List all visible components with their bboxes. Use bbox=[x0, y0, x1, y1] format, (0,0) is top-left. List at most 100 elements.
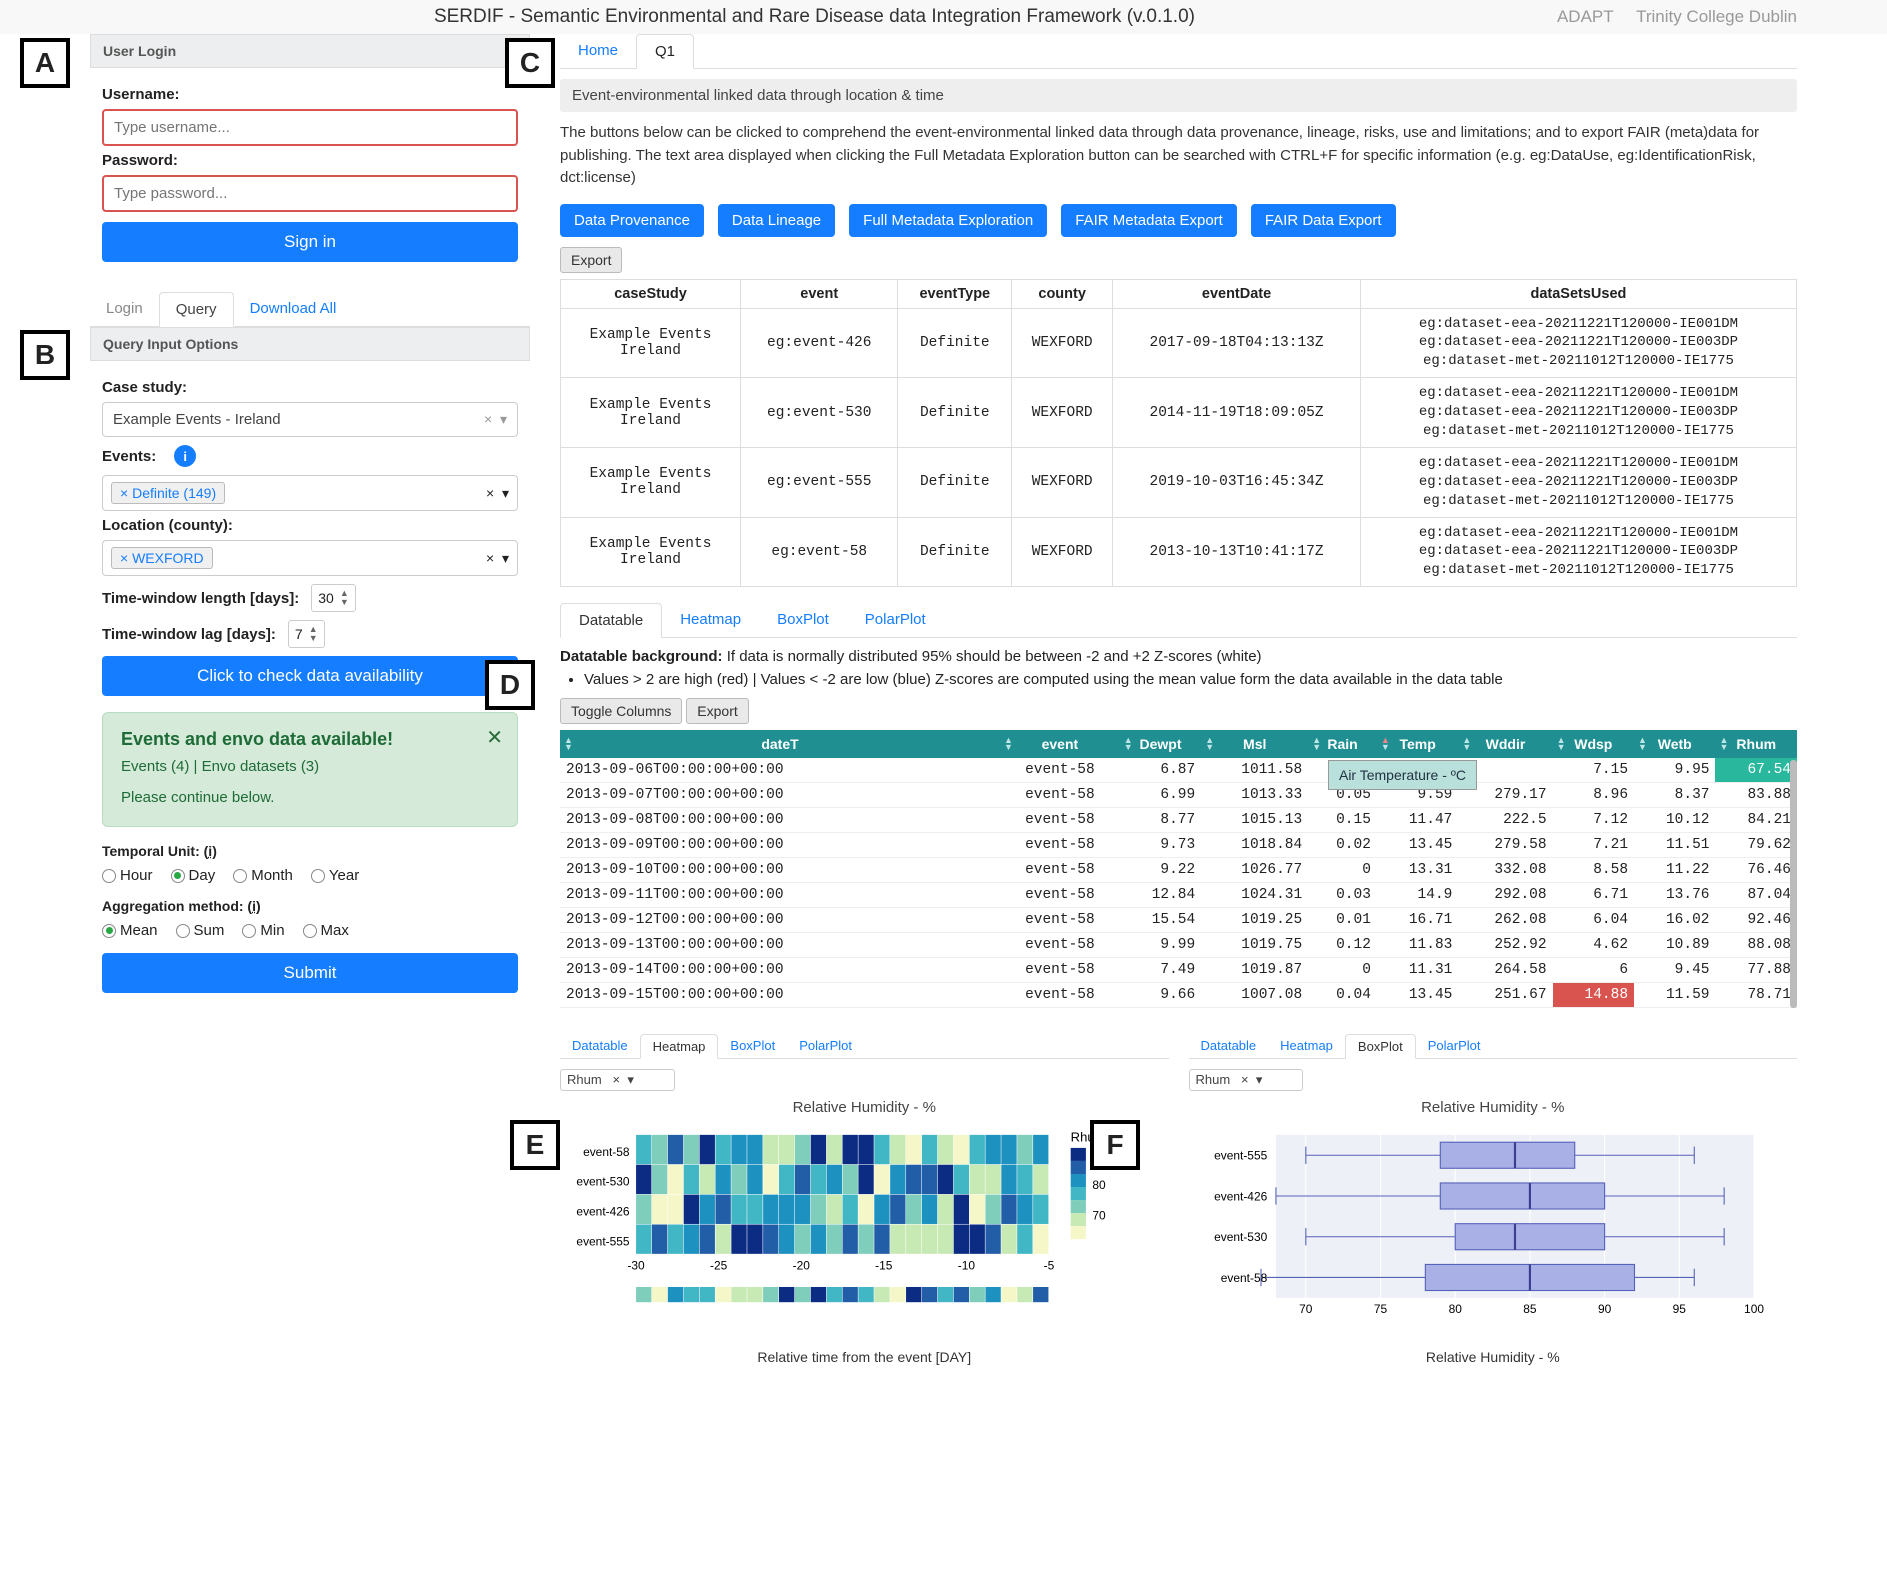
events-tag[interactable]: × Definite (149) bbox=[111, 482, 225, 504]
zscore-bullet: Values > 2 are high (red) | Values < -2 … bbox=[584, 671, 1797, 688]
cell: 4.62 bbox=[1553, 933, 1634, 958]
temporal-radio-hour[interactable]: Hour bbox=[102, 867, 153, 884]
tab-boxplot[interactable]: BoxPlot bbox=[759, 603, 847, 637]
table-row: 2013-09-08T00:00:00+00:00event-588.77101… bbox=[560, 808, 1797, 833]
cell: 1026.77 bbox=[1201, 858, 1308, 883]
cell: 13.31 bbox=[1377, 858, 1458, 883]
cell: 9.95 bbox=[1634, 758, 1715, 783]
cell: 222.5 bbox=[1458, 808, 1552, 833]
location-select[interactable]: × WEXFORD × ▾ bbox=[102, 540, 518, 576]
agg-radio-sum[interactable]: Sum bbox=[176, 922, 225, 939]
env-col-Wetb[interactable]: ▲▼Wetb bbox=[1634, 730, 1715, 758]
agg-radio-mean[interactable]: Mean bbox=[102, 922, 158, 939]
tab-polarplot[interactable]: PolarPlot bbox=[787, 1034, 864, 1058]
col-eventDate[interactable]: eventDate bbox=[1113, 279, 1361, 308]
boxplot-var-select[interactable]: Rhum × ▾ bbox=[1189, 1069, 1304, 1091]
tab-polarplot[interactable]: PolarPlot bbox=[847, 603, 944, 637]
stepper-icon[interactable]: ▲▼ bbox=[340, 589, 349, 607]
tw-len-input[interactable]: 30 ▲▼ bbox=[311, 584, 356, 612]
tab-heatmap[interactable]: Heatmap bbox=[1268, 1034, 1345, 1058]
tab-heatmap[interactable]: Heatmap bbox=[640, 1034, 719, 1059]
events-select[interactable]: × Definite (149) × ▾ bbox=[102, 475, 518, 511]
cell: 77.88 bbox=[1715, 958, 1797, 983]
tab-datatable[interactable]: Datatable bbox=[1189, 1034, 1269, 1058]
scrollbar[interactable] bbox=[1790, 760, 1797, 1008]
check-availability-button[interactable]: Click to check data availability bbox=[102, 656, 518, 696]
cell: Definite bbox=[898, 378, 1012, 448]
env-col-Wddir[interactable]: ▲▼Wddir bbox=[1458, 730, 1552, 758]
right-nav-tabs: Home Q1 bbox=[560, 34, 1797, 69]
toggle-columns-button[interactable]: Toggle Columns bbox=[560, 698, 682, 724]
cell: 83.88 bbox=[1715, 783, 1797, 808]
env-col-event[interactable]: ▲▼event bbox=[1000, 730, 1120, 758]
events-clear-caret[interactable]: × ▾ bbox=[486, 485, 509, 502]
marker-f: F bbox=[1090, 1120, 1140, 1170]
temporal-radio-day[interactable]: Day bbox=[171, 867, 216, 884]
marker-b: B bbox=[20, 330, 70, 380]
env-col-Rain[interactable]: ▲▼Rain bbox=[1308, 730, 1377, 758]
login-panel: Username: Password: Sign in bbox=[90, 68, 530, 274]
col-caseStudy[interactable]: caseStudy bbox=[561, 279, 741, 308]
submit-button[interactable]: Submit bbox=[102, 953, 518, 993]
location-tag[interactable]: × WEXFORD bbox=[111, 547, 213, 569]
agg-radio-max[interactable]: Max bbox=[303, 922, 349, 939]
col-county[interactable]: county bbox=[1012, 279, 1113, 308]
svg-text:75: 75 bbox=[1373, 1302, 1387, 1316]
full-metadata-exploration-button[interactable]: Full Metadata Exploration bbox=[849, 204, 1047, 237]
data-provenance-button[interactable]: Data Provenance bbox=[560, 204, 704, 237]
affiliations: ADAPT Trinity College Dublin bbox=[1539, 7, 1797, 27]
env-col-Msl[interactable]: ▲▼Msl bbox=[1201, 730, 1308, 758]
export-events-button[interactable]: Export bbox=[560, 247, 622, 273]
tab-q1[interactable]: Q1 bbox=[636, 34, 694, 69]
cell: Example EventsIreland bbox=[561, 447, 741, 517]
heatmap-var-select[interactable]: Rhum × ▾ bbox=[560, 1069, 675, 1091]
env-col-dateT[interactable]: ▲▼dateT bbox=[560, 730, 1000, 758]
env-col-Dewpt[interactable]: ▲▼Dewpt bbox=[1120, 730, 1201, 758]
tw-lag-input[interactable]: 7 ▲▼ bbox=[288, 620, 325, 648]
tab-boxplot[interactable]: BoxPlot bbox=[1345, 1034, 1416, 1059]
cell: 9.66 bbox=[1120, 983, 1201, 1008]
cell: 1024.31 bbox=[1201, 883, 1308, 908]
username-input[interactable] bbox=[102, 109, 518, 146]
agg-radio-min[interactable]: Min bbox=[242, 922, 284, 939]
col-event[interactable]: event bbox=[741, 279, 898, 308]
cell: 78.71 bbox=[1715, 983, 1797, 1008]
cell: 2013-09-13T00:00:00+00:00 bbox=[560, 933, 1000, 958]
tab-boxplot[interactable]: BoxPlot bbox=[718, 1034, 787, 1058]
table-row: 2013-09-09T00:00:00+00:00event-589.73101… bbox=[560, 833, 1797, 858]
col-eventType[interactable]: eventType bbox=[898, 279, 1012, 308]
tab-login[interactable]: Login bbox=[90, 292, 159, 326]
events-info-icon[interactable]: i bbox=[174, 445, 196, 467]
env-col-Wdsp[interactable]: ▲▼Wdsp bbox=[1553, 730, 1634, 758]
location-clear-caret[interactable]: × ▾ bbox=[486, 550, 509, 567]
password-input[interactable] bbox=[102, 175, 518, 212]
signin-button[interactable]: Sign in bbox=[102, 222, 518, 262]
case-study-clear-caret[interactable]: × ▾ bbox=[484, 411, 507, 428]
tab-polarplot[interactable]: PolarPlot bbox=[1416, 1034, 1493, 1058]
tab-datatable[interactable]: Datatable bbox=[560, 1034, 640, 1058]
tab-heatmap[interactable]: Heatmap bbox=[662, 603, 759, 637]
svg-text:100: 100 bbox=[1744, 1302, 1764, 1316]
fair-data-export-button[interactable]: FAIR Data Export bbox=[1251, 204, 1396, 237]
stepper-icon[interactable]: ▲▼ bbox=[309, 625, 318, 643]
temporal-radio-month[interactable]: Month bbox=[233, 867, 293, 884]
env-col-Rhum[interactable]: ▲▼Rhum bbox=[1715, 730, 1797, 758]
cell: 13.45 bbox=[1377, 983, 1458, 1008]
env-col-Temp[interactable]: ▲▼Temp bbox=[1377, 730, 1458, 758]
fair-metadata-export-button[interactable]: FAIR Metadata Export bbox=[1061, 204, 1237, 237]
cell: 79.62 bbox=[1715, 833, 1797, 858]
tab-home[interactable]: Home bbox=[560, 34, 636, 68]
col-dataSetsUsed[interactable]: dataSetsUsed bbox=[1360, 279, 1796, 308]
temporal-radio-year[interactable]: Year bbox=[311, 867, 359, 884]
cell: 11.31 bbox=[1377, 958, 1458, 983]
tab-query[interactable]: Query bbox=[159, 292, 234, 327]
cell: 11.83 bbox=[1377, 933, 1458, 958]
case-study-select[interactable]: Example Events - Ireland × ▾ bbox=[102, 402, 518, 437]
download-all-link[interactable]: Download All bbox=[234, 292, 353, 326]
tab-datatable[interactable]: Datatable bbox=[560, 603, 662, 638]
data-lineage-button[interactable]: Data Lineage bbox=[718, 204, 835, 237]
password-label: Password: bbox=[102, 152, 518, 169]
cell: 11.51 bbox=[1634, 833, 1715, 858]
alert-close-icon[interactable]: ✕ bbox=[486, 725, 503, 750]
export-env-button[interactable]: Export bbox=[686, 698, 748, 724]
